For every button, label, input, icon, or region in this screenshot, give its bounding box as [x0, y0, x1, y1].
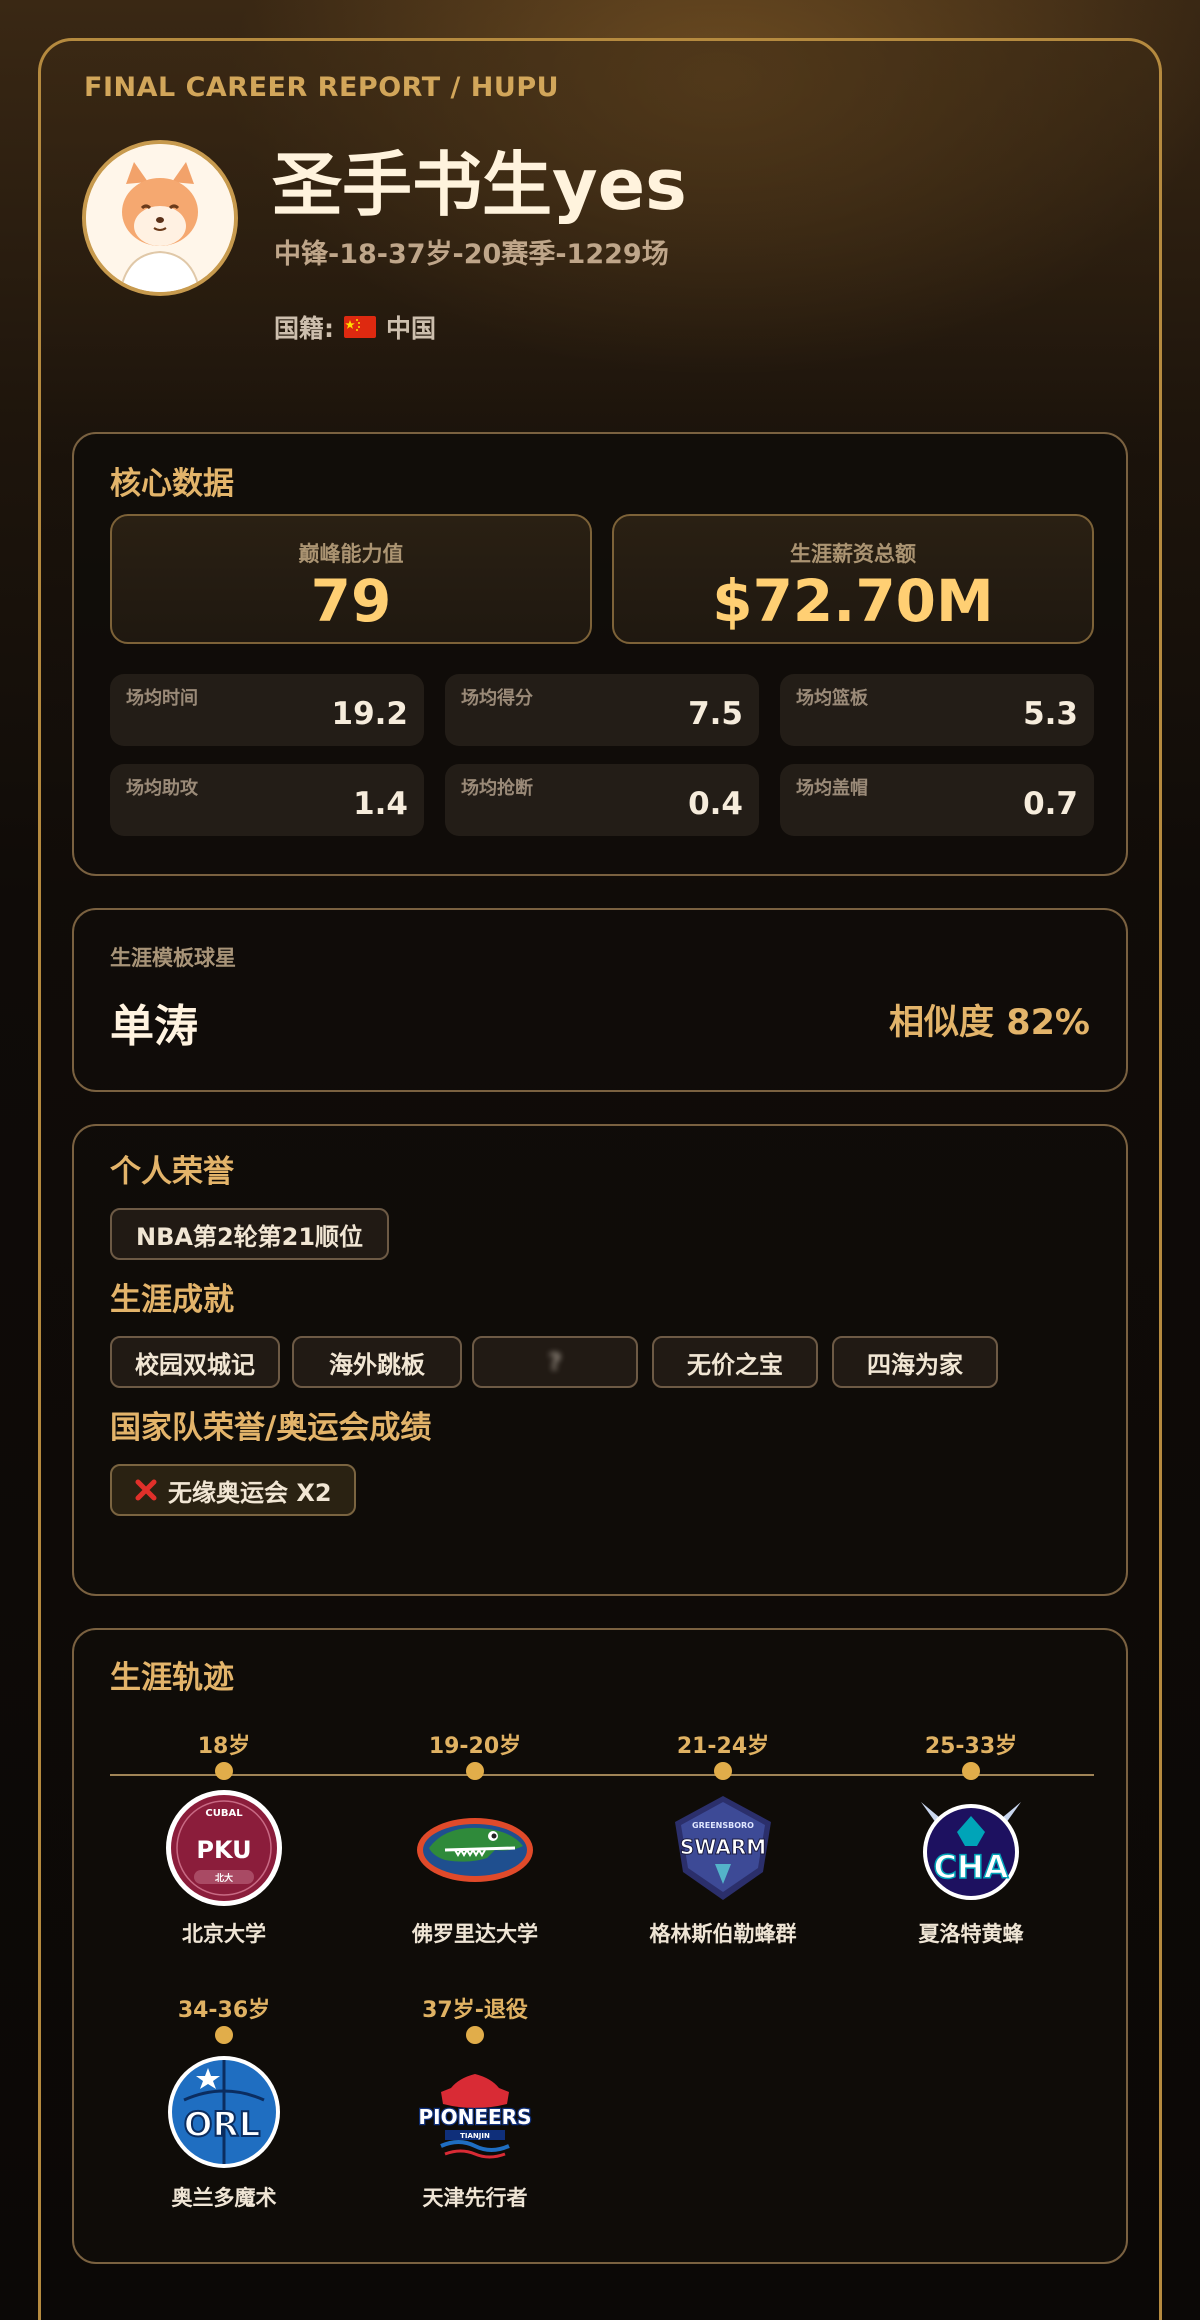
svg-text:北大: 北大: [215, 1872, 233, 1884]
achievement-tag: 四海为家: [832, 1336, 998, 1388]
peak-rating-value: 79: [310, 567, 392, 635]
pku-logo-icon: CUBAL PKU 北大: [166, 1790, 282, 1906]
career-stop: 18岁 CUBAL PKU 北大 北京大学: [94, 1728, 354, 1958]
svg-text:SWARM: SWARM: [680, 1835, 766, 1859]
svg-text:CUBAL: CUBAL: [205, 1808, 243, 1819]
nationality: 国籍: 中国: [274, 310, 436, 344]
achievement-tag-obscured: ?: [472, 1336, 638, 1388]
stat-value: 1.4: [353, 786, 408, 822]
career-stop-team: 天津先行者: [422, 2186, 528, 2210]
player-name: 圣手书生yes: [272, 144, 687, 226]
olympics-tag: 无缘奥运会 X2: [110, 1464, 356, 1516]
career-salary-value: $72.70M: [712, 567, 994, 635]
core-stats-panel: 核心数据 巅峰能力值 79 生涯薪资总额 $72.70M 场均时间 19.2 场…: [72, 432, 1128, 876]
svg-text:TIANJIN: TIANJIN: [460, 2132, 490, 2140]
stat-label: 场均篮板: [796, 688, 868, 709]
career-stop: 37岁-退役 PIONEERS TIANJIN 天津先行者: [345, 1992, 605, 2222]
career-stop-team: 夏洛特黄蜂: [918, 1922, 1024, 1946]
stat-points: 场均得分 7.5: [445, 674, 759, 746]
timeline-dot: [466, 1762, 484, 1780]
stat-value: 0.7: [1023, 786, 1078, 822]
career-stop-age: 18岁: [197, 1734, 251, 1759]
stat-blocks: 场均盖帽 0.7: [780, 764, 1094, 836]
swarm-logo-icon: GREENSBORO SWARM: [675, 1796, 771, 1900]
stat-rebounds: 场均篮板 5.3: [780, 674, 1094, 746]
career-stop-team: 佛罗里达大学: [412, 1922, 538, 1946]
pioneers-logo-icon: PIONEERS TIANJIN: [417, 2074, 533, 2159]
nationality-value: 中国: [386, 314, 437, 343]
magic-logo-icon: ORL: [168, 2056, 280, 2168]
career-stop-age: 21-24岁: [676, 1734, 770, 1759]
national-team-title: 国家队荣誉/奥运会成绩: [110, 1410, 432, 1446]
stat-assists: 场均助攻 1.4: [110, 764, 424, 836]
timeline-dot: [215, 1762, 233, 1780]
timeline-dot: [215, 2026, 233, 2044]
stat-value: 19.2: [331, 696, 409, 732]
career-stop-age: 19-20岁: [428, 1734, 522, 1759]
personal-honors-title: 个人荣誉: [110, 1154, 234, 1190]
template-player-name: 单涛: [110, 1001, 198, 1052]
achievement-tag: 校园双城记: [110, 1336, 280, 1388]
career-stop-team: 奥兰多魔术: [171, 2186, 277, 2210]
timeline-dot: [962, 1762, 980, 1780]
stat-value: 7.5: [688, 696, 743, 732]
stat-minutes: 场均时间 19.2: [110, 674, 424, 746]
template-player-panel: 生涯模板球星 单涛 相似度 82%: [72, 908, 1128, 1092]
career-stop: 34-36岁 ORL 奥兰多魔术: [94, 1992, 354, 2222]
gator-logo-icon: [417, 1818, 533, 1882]
svg-text:PKU: PKU: [196, 1836, 251, 1864]
career-achievements-title: 生涯成就: [110, 1282, 234, 1318]
cross-mark-icon: [135, 1479, 157, 1501]
achievement-tag-obscured-text: ?: [548, 1348, 562, 1376]
career-stop-age: 37岁-退役: [422, 1998, 528, 2023]
career-stop: 25-33岁 CHA 夏洛特黄蜂: [841, 1728, 1101, 1958]
career-stop-team: 北京大学: [182, 1922, 266, 1946]
hornets-logo-icon: CHA: [921, 1802, 1021, 1900]
career-stop-age: 25-33岁: [924, 1734, 1018, 1759]
stat-label: 场均得分: [461, 688, 533, 709]
career-trajectory-panel: 生涯轨迹 18岁 CUBAL PKU 北大 北京大学 19-20岁 佛罗里达大学…: [72, 1628, 1128, 2264]
svg-text:PIONEERS: PIONEERS: [419, 2105, 532, 2129]
stat-label: 场均盖帽: [796, 778, 868, 799]
svg-text:GREENSBORO: GREENSBORO: [692, 1821, 754, 1830]
honors-panel: 个人荣誉 NBA第2轮第21顺位 生涯成就 校园双城记 海外跳板 ? 无价之宝 …: [72, 1124, 1128, 1596]
stat-label: 场均时间: [126, 688, 198, 709]
achievement-tag: 海外跳板: [292, 1336, 462, 1388]
stat-steals: 场均抢断 0.4: [445, 764, 759, 836]
stat-label: 场均抢断: [461, 778, 533, 799]
china-flag-icon: [344, 316, 376, 338]
report-kicker: FINAL CAREER REPORT / HUPU: [84, 72, 560, 103]
template-player-label: 生涯模板球星: [110, 946, 236, 970]
career-stop: 19-20岁 佛罗里达大学: [345, 1728, 605, 1958]
svg-text:ORL: ORL: [184, 2105, 261, 2145]
svg-text:CHA: CHA: [933, 1848, 1008, 1886]
peak-rating-label: 巅峰能力值: [298, 542, 404, 566]
honor-tag: NBA第2轮第21顺位: [110, 1208, 390, 1260]
career-stop: 21-24岁 GREENSBORO SWARM 格林斯伯勒蜂群: [593, 1728, 853, 1958]
career-stop-age: 34-36岁: [177, 1998, 271, 2023]
timeline-dot: [714, 1762, 732, 1780]
career-trajectory-title: 生涯轨迹: [110, 1660, 234, 1696]
stat-label: 场均助攻: [126, 778, 198, 799]
career-salary-card: 生涯薪资总额 $72.70M: [612, 514, 1094, 644]
timeline-dot: [466, 2026, 484, 2044]
achievement-tag: 无价之宝: [652, 1336, 818, 1388]
stat-value: 5.3: [1023, 696, 1078, 732]
career-salary-label: 生涯薪资总额: [790, 542, 916, 566]
avatar: [82, 140, 238, 296]
similarity-value: 相似度 82%: [889, 1003, 1090, 1043]
nationality-label: 国籍:: [274, 314, 334, 343]
core-stats-title: 核心数据: [110, 466, 234, 502]
career-stop-team: 格林斯伯勒蜂群: [649, 1922, 797, 1946]
olympics-result: 无缘奥运会 X2: [168, 1478, 332, 1507]
fox-avatar-icon: [86, 144, 234, 292]
player-career-summary: 中锋-18-37岁-20赛季-1229场: [274, 239, 669, 270]
peak-rating-card: 巅峰能力值 79: [110, 514, 592, 644]
stat-value: 0.4: [688, 786, 743, 822]
